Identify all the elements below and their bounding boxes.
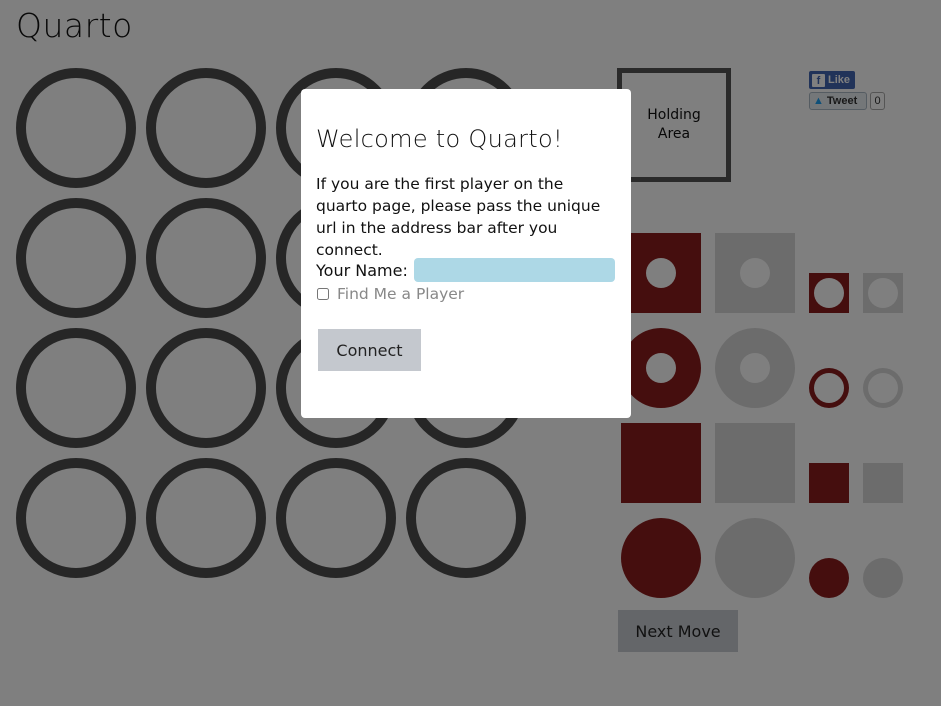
find-player-checkbox[interactable] [317, 288, 329, 300]
name-row: Your Name: [316, 258, 615, 282]
welcome-dialog: Welcome to Quarto! If you are the first … [301, 89, 631, 418]
connect-button[interactable]: Connect [318, 329, 421, 371]
dialog-description: If you are the first player on the quart… [316, 175, 601, 259]
name-input[interactable] [413, 258, 615, 282]
find-player-row[interactable]: Find Me a Player [317, 285, 464, 303]
dialog-title: Welcome to Quarto! [316, 125, 563, 153]
name-label: Your Name: [316, 260, 408, 280]
find-player-label: Find Me a Player [337, 285, 465, 303]
